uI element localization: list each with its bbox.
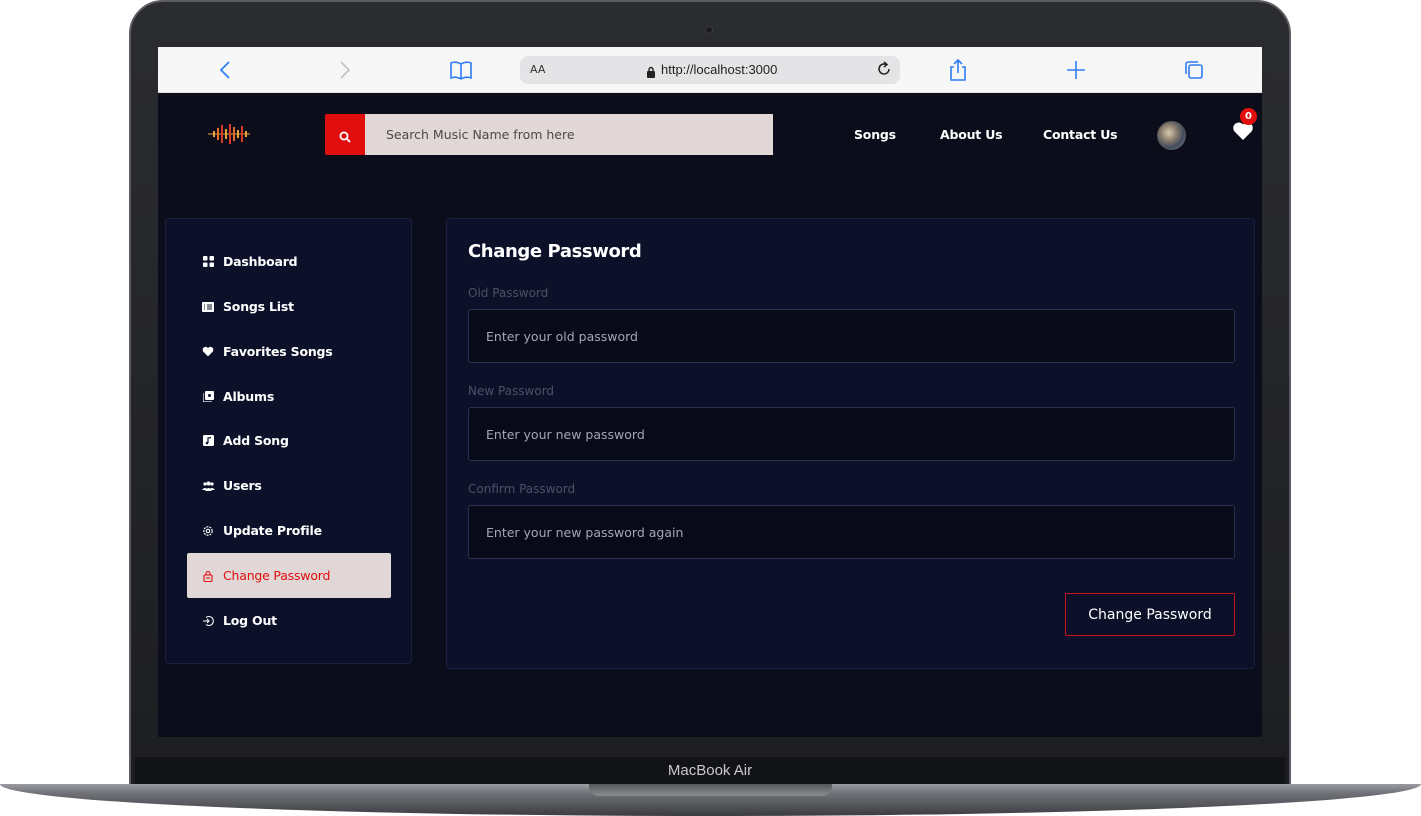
old-password-field[interactable] xyxy=(468,309,1235,363)
old-password-label: Old Password xyxy=(468,286,549,300)
music-note-icon xyxy=(201,434,215,448)
page-title: Change Password xyxy=(468,241,642,262)
sidebar-item-songs-list[interactable]: Songs List xyxy=(187,284,391,329)
sidebar-item-label: Change Password xyxy=(223,568,331,583)
sidebar-item-label: Log Out xyxy=(223,613,277,628)
sidebar-item-albums[interactable]: Albums xyxy=(187,374,391,419)
new-tab-icon[interactable] xyxy=(1064,58,1088,82)
app-header: Songs About Us Contact Us 0 xyxy=(158,93,1262,177)
laptop-notch xyxy=(589,784,832,796)
sidebar-item-update-profile[interactable]: Update Profile xyxy=(187,508,391,553)
users-icon xyxy=(201,479,215,493)
list-icon xyxy=(201,300,215,314)
device-label: MacBook Air xyxy=(135,757,1285,784)
logout-icon xyxy=(201,614,215,628)
sidebar-item-label: Users xyxy=(223,478,262,493)
sidebar-item-label: Songs List xyxy=(223,299,294,314)
back-icon[interactable] xyxy=(214,58,238,82)
address-bar[interactable]: AA http://localhost:3000 xyxy=(520,56,900,84)
sidebar-item-label: Albums xyxy=(223,389,275,404)
favorites-count-badge: 0 xyxy=(1240,108,1257,125)
confirm-password-label: Confirm Password xyxy=(468,482,576,496)
sidebar-item-label: Dashboard xyxy=(223,254,298,269)
forward-icon[interactable] xyxy=(332,58,356,82)
tabs-icon[interactable] xyxy=(1182,58,1206,82)
new-password-label: New Password xyxy=(468,384,555,398)
change-password-button[interactable]: Change Password xyxy=(1065,593,1235,636)
sidebar-item-favorites-songs[interactable]: Favorites Songs xyxy=(187,329,391,374)
sidebar-item-add-song[interactable]: Add Song xyxy=(187,418,391,463)
browser-toolbar: AA http://localhost:3000 xyxy=(158,47,1262,93)
sidebar-item-users[interactable]: Users xyxy=(187,463,391,508)
share-icon[interactable] xyxy=(946,58,970,82)
search-icon xyxy=(339,128,351,147)
nav-contact-us[interactable]: Contact Us xyxy=(1043,127,1118,142)
reload-icon[interactable] xyxy=(874,59,894,83)
sidebar-item-label: Add Song xyxy=(223,433,289,448)
camera xyxy=(705,26,713,34)
change-password-panel: Change Password Old Password New Passwor… xyxy=(446,218,1255,669)
confirm-password-field[interactable] xyxy=(468,505,1235,559)
screen: AA http://localhost:3000 Search Music Na… xyxy=(158,47,1262,737)
grid-icon xyxy=(201,255,215,269)
lock-icon xyxy=(201,569,215,583)
gear-icon xyxy=(201,524,215,538)
text-size-button[interactable]: AA xyxy=(530,63,545,76)
avatar[interactable] xyxy=(1157,121,1186,150)
sidebar: Dashboard Songs List Favorites Songs Alb… xyxy=(165,218,412,664)
favorites-heart-icon[interactable] xyxy=(1232,121,1256,145)
search-input[interactable] xyxy=(365,114,773,155)
sidebar-item-dashboard[interactable]: Dashboard xyxy=(187,239,391,284)
album-icon xyxy=(201,390,215,404)
sidebar-item-label: Favorites Songs xyxy=(223,344,333,359)
sidebar-item-label: Update Profile xyxy=(223,523,322,538)
search-button[interactable] xyxy=(325,114,365,155)
nav-songs[interactable]: Songs xyxy=(854,127,896,142)
lock-icon xyxy=(646,63,656,82)
bookmarks-icon[interactable] xyxy=(449,58,473,82)
nav-about-us[interactable]: About Us xyxy=(940,127,1003,142)
heart-icon xyxy=(201,345,215,359)
url-text[interactable]: http://localhost:3000 xyxy=(661,62,777,77)
new-password-field[interactable] xyxy=(468,407,1235,461)
sidebar-item-log-out[interactable]: Log Out xyxy=(187,598,391,643)
logo-icon[interactable] xyxy=(208,123,250,145)
sidebar-item-change-password[interactable]: Change Password xyxy=(187,553,391,598)
